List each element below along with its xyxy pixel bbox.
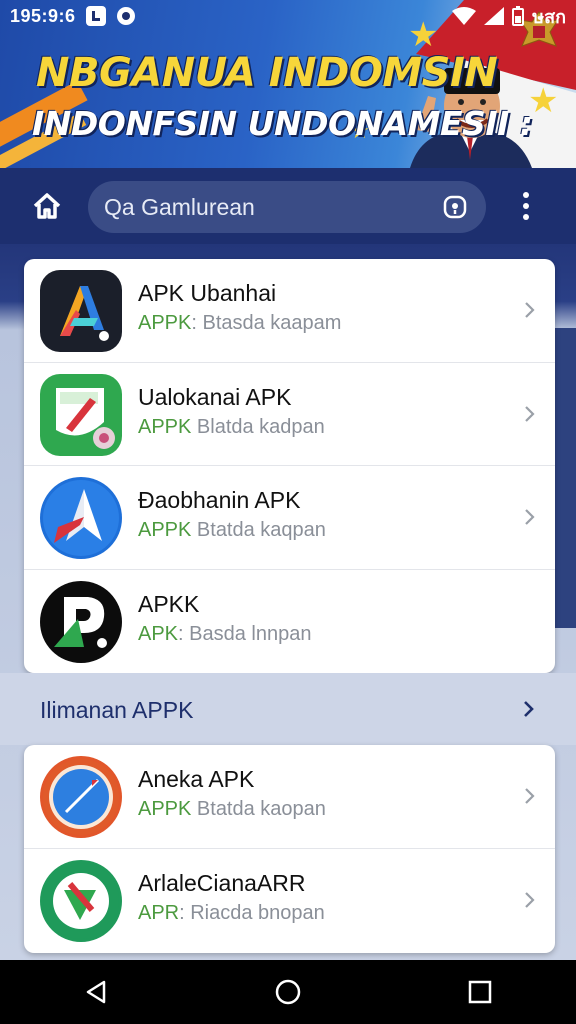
- back-button[interactable]: [76, 972, 116, 1012]
- battery-icon: [512, 6, 525, 26]
- chevron-right-icon: [525, 509, 535, 525]
- wifi-icon: [452, 7, 477, 25]
- home-nav-button[interactable]: [268, 972, 308, 1012]
- arrow-a-icon: [40, 270, 122, 352]
- status-bar: 195:9:6 ษสก: [0, 0, 576, 32]
- chevron-right-icon: [525, 405, 535, 422]
- recents-square-icon: [468, 980, 492, 1004]
- home-button[interactable]: [30, 190, 64, 222]
- app-title: ArlaleCianaARR: [138, 870, 306, 896]
- more-options-button[interactable]: [512, 188, 540, 224]
- status-right-text: ษสก: [532, 6, 566, 27]
- green-clipboard-icon: [40, 373, 122, 456]
- app-list-card: Aneka APK APPK Btatda kaopan ArlaleCiana…: [24, 745, 555, 953]
- app-list-card: APK Ubanhai APPK: Btasda kaapam Ualokana…: [24, 259, 555, 673]
- app-title: APK Ubanhai: [138, 280, 277, 306]
- app-list-item[interactable]: APK Ubanhai APPK: Btasda kaapam: [24, 259, 555, 363]
- search-text: Qa Gamlurean: [104, 193, 255, 220]
- banner-headline: NBGANUA INDOMSIN: [36, 50, 498, 96]
- blue-compass-icon: [40, 477, 122, 559]
- section-title: Ilimanan APPK: [40, 697, 194, 723]
- app-subtitle: APPK Btatda kaqpan: [138, 519, 326, 541]
- back-triangle-icon: [86, 980, 106, 1004]
- signal-icon: [484, 7, 505, 25]
- app-list-item[interactable]: Ualokanai APK APPK Blatda kadpan: [24, 363, 555, 466]
- app-title: Đaobhanin APK: [138, 487, 301, 513]
- dot: [523, 203, 529, 209]
- system-nav-bar: [0, 960, 576, 1024]
- app-subtitle: APK: Basda lnnpan: [138, 622, 312, 645]
- chevron-right-icon: [525, 788, 535, 804]
- dot: [523, 192, 529, 198]
- app-list-item[interactable]: ArlaleCianaARR APR: Riacda bnopan: [24, 849, 555, 953]
- chevron-right-icon: [524, 701, 534, 717]
- recents-button[interactable]: [460, 972, 500, 1012]
- app-title: Ualokanai APK: [138, 383, 292, 410]
- banner-subheadline: INDONFSIN UNDONAMESII :: [32, 104, 533, 143]
- top-app-bar: Qa Gamlurean: [0, 168, 576, 244]
- app-title: Aneka APK: [138, 766, 255, 792]
- home-icon: [33, 193, 61, 219]
- app-list-item[interactable]: APKK APK: Basda lnnpan: [24, 570, 555, 674]
- chevron-right-icon: [525, 302, 535, 318]
- notification-icon: [85, 6, 106, 26]
- app-title: APKK: [138, 590, 200, 617]
- chevron-right-icon: [525, 892, 535, 908]
- dot: [523, 214, 529, 220]
- app-subtitle: APPK: Btasda kaapam: [138, 312, 342, 334]
- app-list-item[interactable]: Đaobhanin APK APPK Btatda kaqpan: [24, 466, 555, 570]
- green-circle-icon: [40, 860, 122, 942]
- home-circle-icon: [275, 979, 301, 1005]
- status-time: 195:9:6: [10, 5, 76, 26]
- orange-compass-icon: [40, 756, 122, 838]
- app-subtitle: APPK Btatda kaopan: [138, 798, 326, 820]
- black-p-icon: [40, 580, 122, 663]
- app-subtitle: APR: Riacda bnopan: [138, 902, 325, 924]
- app-notification-icon: [116, 6, 136, 26]
- section-header[interactable]: Ilimanan APPK: [0, 673, 576, 745]
- search-input[interactable]: Qa Gamlurean: [88, 181, 486, 233]
- app-list-item[interactable]: Aneka APK APPK Btatda kaopan: [24, 745, 555, 849]
- app-subtitle: APPK Blatda kadpan: [138, 415, 325, 438]
- search-icon[interactable]: [442, 194, 468, 220]
